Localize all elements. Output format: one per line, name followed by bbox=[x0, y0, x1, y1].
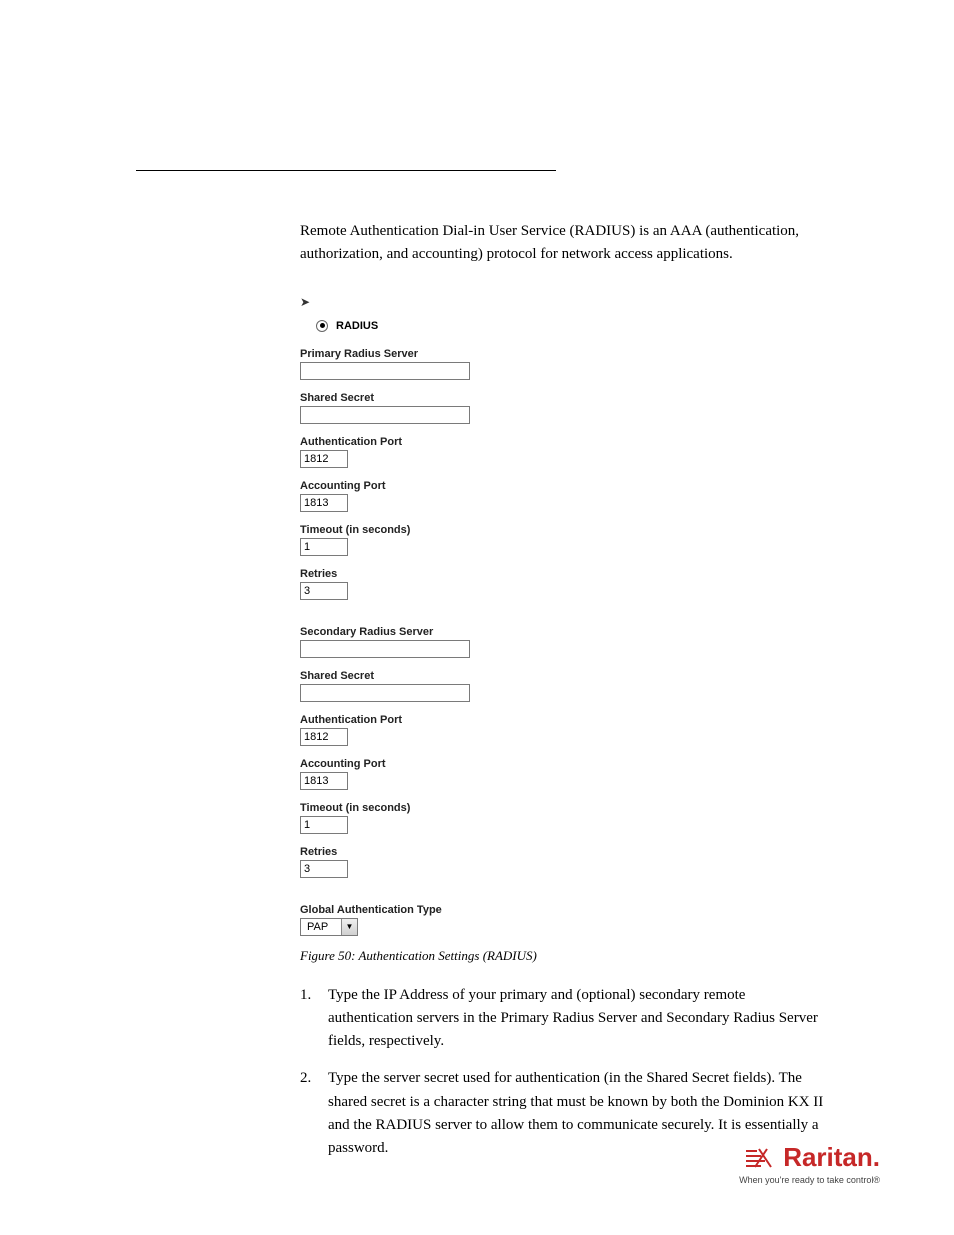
global-auth-label: Global Authentication Type bbox=[300, 904, 830, 916]
global-auth-value: PAP bbox=[301, 921, 341, 933]
primary-authport-field: Authentication Port bbox=[300, 436, 830, 468]
secondary-retries-label: Retries bbox=[300, 846, 830, 858]
secondary-retries-field: Retries bbox=[300, 846, 830, 878]
secondary-acctport-input[interactable] bbox=[300, 772, 348, 790]
secondary-authport-field: Authentication Port bbox=[300, 714, 830, 746]
primary-retries-input[interactable] bbox=[300, 582, 348, 600]
secondary-secret-input[interactable] bbox=[300, 684, 470, 702]
secondary-timeout-input[interactable] bbox=[300, 816, 348, 834]
primary-acctport-field: Accounting Port bbox=[300, 480, 830, 512]
primary-authport-label: Authentication Port bbox=[300, 436, 830, 448]
primary-timeout-input[interactable] bbox=[300, 538, 348, 556]
primary-timeout-field: Timeout (in seconds) bbox=[300, 524, 830, 556]
page-content: Remote Authentication Dial-in User Servi… bbox=[300, 220, 830, 1174]
global-auth-field: Global Authentication Type PAP ▼ bbox=[300, 904, 830, 936]
primary-retries-label: Retries bbox=[300, 568, 830, 580]
primary-secret-label: Shared Secret bbox=[300, 392, 830, 404]
secondary-acctport-label: Accounting Port bbox=[300, 758, 830, 770]
brand-tagline: When you're ready to take control® bbox=[739, 1175, 880, 1185]
primary-retries-field: Retries bbox=[300, 568, 830, 600]
secondary-timeout-field: Timeout (in seconds) bbox=[300, 802, 830, 834]
chevron-down-icon: ▼ bbox=[341, 919, 357, 935]
radius-form: RADIUS Primary Radius Server Shared Secr… bbox=[300, 320, 830, 936]
secondary-server-input[interactable] bbox=[300, 640, 470, 658]
secondary-retries-input[interactable] bbox=[300, 860, 348, 878]
step-list: Type the IP Address of your primary and … bbox=[300, 984, 830, 1161]
global-auth-select[interactable]: PAP ▼ bbox=[300, 918, 358, 936]
primary-secret-input[interactable] bbox=[300, 406, 470, 424]
primary-acctport-label: Accounting Port bbox=[300, 480, 830, 492]
primary-server-input[interactable] bbox=[300, 362, 470, 380]
radio-icon bbox=[316, 320, 328, 332]
brand-name: Raritan. bbox=[783, 1142, 880, 1173]
secondary-secret-field: Shared Secret bbox=[300, 670, 830, 702]
figure-caption: Figure 50: Authentication Settings (RADI… bbox=[300, 948, 830, 964]
step-1: Type the IP Address of your primary and … bbox=[300, 984, 830, 1054]
secondary-secret-label: Shared Secret bbox=[300, 670, 830, 682]
secondary-server-label: Secondary Radius Server bbox=[300, 626, 830, 638]
primary-server-field: Primary Radius Server bbox=[300, 348, 830, 380]
secondary-authport-input[interactable] bbox=[300, 728, 348, 746]
arrow-icon: ➤ bbox=[300, 295, 830, 310]
intro-paragraph: Remote Authentication Dial-in User Servi… bbox=[300, 220, 830, 267]
primary-acctport-input[interactable] bbox=[300, 494, 348, 512]
radius-radio-row[interactable]: RADIUS bbox=[316, 320, 830, 332]
footer-logo: Raritan. When you're ready to take contr… bbox=[739, 1142, 880, 1185]
secondary-authport-label: Authentication Port bbox=[300, 714, 830, 726]
secondary-timeout-label: Timeout (in seconds) bbox=[300, 802, 830, 814]
raritan-bars-icon bbox=[745, 1147, 779, 1169]
secondary-server-field: Secondary Radius Server bbox=[300, 626, 830, 658]
primary-secret-field: Shared Secret bbox=[300, 392, 830, 424]
primary-timeout-label: Timeout (in seconds) bbox=[300, 524, 830, 536]
secondary-acctport-field: Accounting Port bbox=[300, 758, 830, 790]
primary-server-label: Primary Radius Server bbox=[300, 348, 830, 360]
primary-authport-input[interactable] bbox=[300, 450, 348, 468]
header-rule bbox=[136, 170, 556, 171]
radius-radio-label: RADIUS bbox=[336, 320, 378, 332]
